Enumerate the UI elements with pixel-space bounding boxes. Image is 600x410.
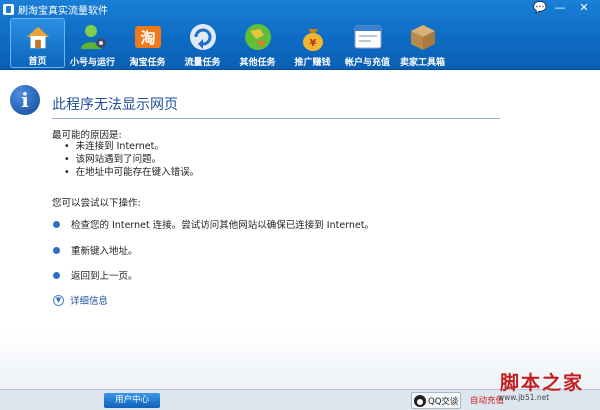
refresh-icon: [189, 24, 216, 50]
toolbar-label: 帐户与充值: [344, 58, 390, 68]
page-title: 此程序无法显示网页: [52, 97, 178, 113]
list-item: 在地址中可能存在键入错误。: [64, 166, 200, 179]
toolbar-label: 淘宝任务: [129, 58, 166, 68]
divider: [52, 118, 500, 119]
toolbar-account-recharge[interactable]: 帐户与充值: [340, 18, 395, 68]
toolbar-label: 首页: [28, 57, 47, 67]
chevron-down-icon: ▼: [53, 294, 64, 306]
toolbar-label: 小号与运行: [69, 58, 115, 68]
action-label: 返回到上一页。: [71, 271, 138, 282]
main-toolbar: 首页 小号与运行 淘 淘宝任务 流量任务 其他任务 ¥ 推广赚钱 帐户与充值 卖…: [10, 18, 450, 68]
try-heading: 您可以尝试以下操作:: [52, 198, 141, 209]
reasons-list: 未连接到 Internet。 该网站遇到了问题。 在地址中可能存在键入错误。: [64, 140, 200, 179]
browser-window-icon: [354, 25, 381, 49]
toolbar-promote[interactable]: ¥ 推广赚钱: [285, 18, 340, 68]
minimize-button[interactable]: —: [552, 1, 568, 15]
more-info-link[interactable]: ▼ 详细信息: [53, 293, 108, 307]
app-icon: [3, 3, 14, 15]
toolbar-label: 推广赚钱: [294, 58, 331, 68]
info-icon: i: [10, 85, 40, 115]
toolbar-label: 卖家工具箱: [399, 58, 445, 68]
action-check-connection[interactable]: 检查您的 Internet 连接。尝试访问其他网站以确保已连接到 Interne…: [53, 217, 374, 231]
toolbar-home[interactable]: 首页: [10, 18, 65, 68]
toolbar-seller-tools[interactable]: 卖家工具箱: [395, 18, 450, 68]
globe-icon: [244, 24, 271, 50]
bullet-icon: [53, 220, 60, 228]
box-icon: [410, 25, 435, 50]
qq-chat-button[interactable]: QQ交谈: [411, 392, 461, 409]
window-title: 刷淘宝真实流量软件: [18, 5, 108, 17]
user-center-button[interactable]: 用户中心: [104, 393, 160, 408]
toolbar-other[interactable]: 其他任务: [230, 18, 285, 68]
window-controls: 💬 — ✕: [532, 1, 596, 15]
toolbar-taobao[interactable]: 淘 淘宝任务: [120, 18, 175, 68]
taobao-icon: 淘: [134, 26, 161, 48]
error-page: i 此程序无法显示网页 最可能的原因是: 未连接到 Internet。 该网站遇…: [0, 71, 600, 389]
reasons-heading: 最可能的原因是:: [52, 130, 122, 141]
action-retype-address[interactable]: 重新键入地址。: [53, 243, 138, 257]
qq-penguin-icon: [414, 394, 426, 407]
list-item: 未连接到 Internet。: [64, 140, 199, 153]
close-button[interactable]: ✕: [572, 1, 596, 15]
watermark-logo: 脚本之家: [500, 372, 585, 394]
list-item: 该网站遇到了问题。: [64, 153, 199, 166]
action-go-back[interactable]: 返回到上一页。: [53, 268, 138, 282]
title-bar: 刷淘宝真实流量软件: [0, 0, 600, 18]
action-label: 检查您的 Internet 连接。尝试访问其他网站以确保已连接到 Interne…: [71, 220, 375, 231]
action-label: 重新键入地址。: [71, 246, 138, 257]
more-info-label: 详细信息: [70, 296, 109, 307]
watermark-url: www.jb51.net: [498, 393, 550, 402]
user-gear-icon: [80, 25, 106, 49]
svg-text:¥: ¥: [309, 38, 316, 49]
toolbar-label: 其他任务: [239, 58, 276, 68]
svg-text:淘: 淘: [139, 29, 155, 47]
money-bag-icon: ¥: [302, 29, 323, 51]
bullet-icon: [53, 271, 60, 279]
home-icon: [26, 26, 49, 49]
toolbar-traffic[interactable]: 流量任务: [175, 18, 230, 68]
bullet-icon: [53, 246, 60, 254]
feedback-icon[interactable]: 💬: [532, 1, 548, 15]
qq-chat-label: QQ交谈: [428, 396, 459, 407]
toolbar-label: 流量任务: [184, 58, 221, 68]
toolbar-accounts[interactable]: 小号与运行: [65, 18, 120, 68]
app-header: 刷淘宝真实流量软件 💬 — ✕ 首页 小号与运行 淘 淘宝任务 流量任务 其他任…: [0, 0, 600, 70]
